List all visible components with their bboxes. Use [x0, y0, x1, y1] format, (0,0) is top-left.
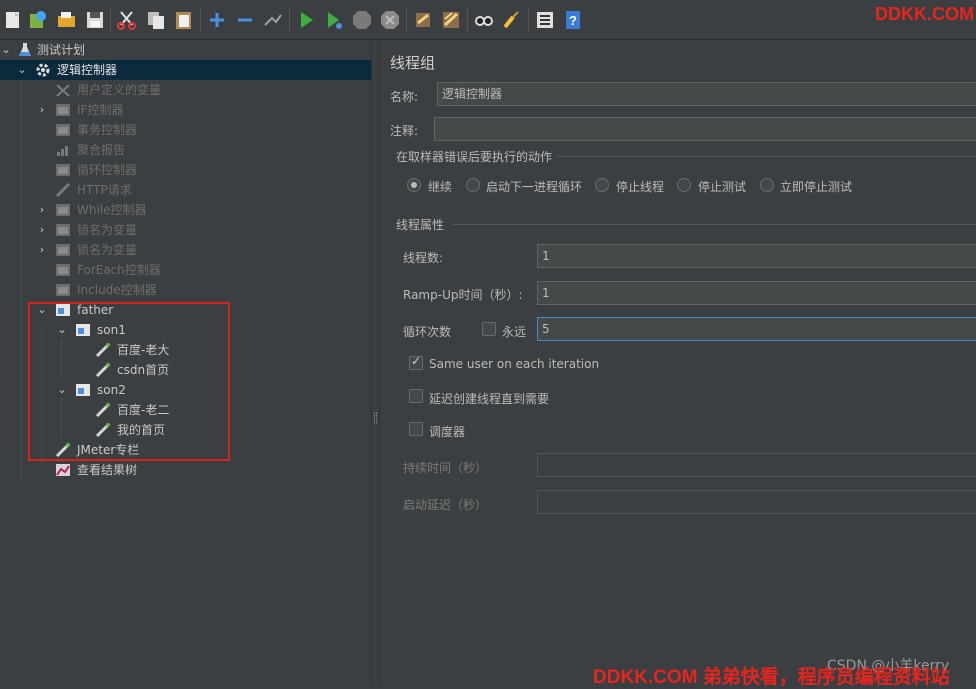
radio-next-loop-label: 启动下一进程循环 [486, 180, 583, 194]
help-icon[interactable]: ? [562, 9, 584, 31]
radio-stop-thread-label: 停止线程 [616, 180, 665, 194]
report-icon [55, 143, 71, 157]
tree-node-include-controller[interactable]: Include控制器 [0, 280, 371, 300]
watermark-top: DDKK.COM [875, 4, 974, 24]
controller-icon [55, 103, 71, 117]
duration-label: 持续时间（秒） [403, 461, 488, 475]
radio-continue-label: 继续 [428, 180, 453, 194]
threads-field[interactable]: 1 [537, 244, 976, 268]
tree-node-foreach-controller[interactable]: ForEach控制器 [0, 260, 371, 280]
thread-group-panel: 线程组 名称: 逻辑控制器 注释: 在取样器错误后要执行的动作 继续 启动下一进… [380, 40, 976, 686]
tree-node-loop-controller[interactable]: 循环控制器 [0, 160, 371, 180]
controller-icon [55, 203, 71, 217]
panel-splitter[interactable] [371, 40, 380, 686]
controller-icon [55, 223, 71, 237]
page-title: 线程组 [390, 54, 436, 72]
save-icon[interactable] [84, 9, 106, 31]
toggle-icon[interactable] [262, 9, 284, 31]
name-field[interactable]: 逻辑控制器 [437, 82, 976, 106]
threads-label: 线程数: [403, 251, 444, 265]
highlight-box [28, 302, 230, 461]
shutdown-icon[interactable] [379, 9, 401, 31]
radio-stop-test[interactable] [677, 178, 691, 192]
radio-stop-thread[interactable] [595, 178, 609, 192]
expand-arrow-icon[interactable]: ⌄ [16, 60, 28, 80]
forever-label: 永远 [502, 325, 527, 339]
watermark-bottom: DDKK.COM 弟弟快看，程序员编程资料站 [593, 667, 950, 688]
error-action-title: 在取样器错误后要执行的动作 [396, 150, 553, 164]
open-icon[interactable] [56, 9, 78, 31]
tree-node-logic-controller[interactable]: ⌄ 逻辑控制器 [0, 60, 371, 80]
scheduler-checkbox[interactable] [409, 422, 423, 436]
rampup-label: Ramp-Up时间（秒）: [403, 288, 523, 302]
expand-icon[interactable] [206, 9, 228, 31]
controller-icon [55, 243, 71, 257]
delay-thread-label: 延迟创建线程直到需要 [429, 392, 550, 406]
tools-icon [55, 83, 71, 97]
controller-icon [55, 123, 71, 137]
expand-arrow-icon[interactable]: ⌄ [0, 40, 12, 60]
new-icon[interactable] [2, 9, 24, 31]
radio-continue[interactable] [407, 178, 421, 192]
tree-node-result-tree[interactable]: 查看结果树 [0, 460, 371, 480]
rampup-field[interactable]: 1 [537, 281, 976, 305]
tree-node-critical-section-2[interactable]: › 锁名为变量 [0, 240, 371, 260]
cut-icon[interactable] [116, 9, 138, 31]
tree-node-while-controller[interactable]: › While控制器 [0, 200, 371, 220]
same-user-label: Same user on each iteration [429, 357, 600, 371]
radio-next-loop[interactable] [466, 178, 480, 192]
test-plan-tree: ⌄ 测试计划 ⌄ 逻辑控制器 用户定义的变量 › IF控制器 事务控制器 聚合报… [0, 40, 371, 686]
same-user-checkbox[interactable] [409, 354, 423, 370]
collapsed-arrow-icon[interactable]: › [36, 200, 48, 220]
collapsed-arrow-icon[interactable]: › [36, 240, 48, 260]
comment-field[interactable] [434, 117, 976, 141]
radio-stop-test-now-label: 立即停止测试 [780, 180, 853, 194]
thread-props-title: 线程属性 [396, 218, 445, 232]
svg-text:?: ? [569, 13, 577, 28]
controller-icon [55, 283, 71, 297]
flask-icon [17, 43, 33, 57]
copy-icon[interactable] [145, 9, 167, 31]
search-icon[interactable] [473, 9, 495, 31]
radio-stop-test-now[interactable] [760, 178, 774, 192]
toolbar: ? DDKK.COM [0, 0, 976, 40]
tree-node-critical-section-1[interactable]: › 锁名为变量 [0, 220, 371, 240]
collapsed-arrow-icon[interactable]: › [36, 100, 48, 120]
controller-icon [55, 163, 71, 177]
reset-search-icon[interactable] [501, 9, 523, 31]
chart-icon [55, 463, 71, 477]
tree-node-aggregate-report[interactable]: 聚合报告 [0, 140, 371, 160]
tree-node-user-vars[interactable]: 用户定义的变量 [0, 80, 371, 100]
clear-icon[interactable] [412, 9, 434, 31]
sampler-icon [55, 182, 71, 198]
startup-delay-field[interactable] [537, 490, 976, 514]
radio-stop-test-label: 停止测试 [698, 180, 747, 194]
templates-icon[interactable] [27, 9, 49, 31]
paste-icon[interactable] [173, 9, 195, 31]
stop-icon[interactable] [351, 9, 373, 31]
loop-count-field[interactable]: 5 [537, 317, 976, 341]
splitter-grip-icon[interactable] [374, 412, 377, 424]
scheduler-label: 调度器 [429, 425, 466, 439]
duration-field[interactable] [537, 453, 976, 477]
start-no-pause-icon[interactable] [323, 9, 345, 31]
function-helper-icon[interactable] [534, 9, 556, 31]
forever-checkbox[interactable] [482, 322, 496, 336]
tree-node-test-plan[interactable]: ⌄ 测试计划 [0, 40, 371, 60]
controller-icon [55, 263, 71, 277]
startup-delay-label: 启动延迟（秒） [403, 498, 488, 512]
tree-node-if-controller[interactable]: › IF控制器 [0, 100, 371, 120]
loop-label: 循环次数 [403, 325, 452, 339]
collapse-icon[interactable] [234, 9, 256, 31]
gear-icon [35, 62, 51, 77]
collapsed-arrow-icon[interactable]: › [36, 220, 48, 240]
tree-node-transaction[interactable]: 事务控制器 [0, 120, 371, 140]
tree-node-http-request[interactable]: HTTP请求 [0, 180, 371, 200]
delay-thread-checkbox[interactable] [409, 389, 423, 403]
start-icon[interactable] [295, 9, 317, 31]
clear-all-icon[interactable] [440, 9, 462, 31]
comment-label: 注释: [390, 124, 419, 138]
name-label: 名称: [390, 90, 419, 104]
